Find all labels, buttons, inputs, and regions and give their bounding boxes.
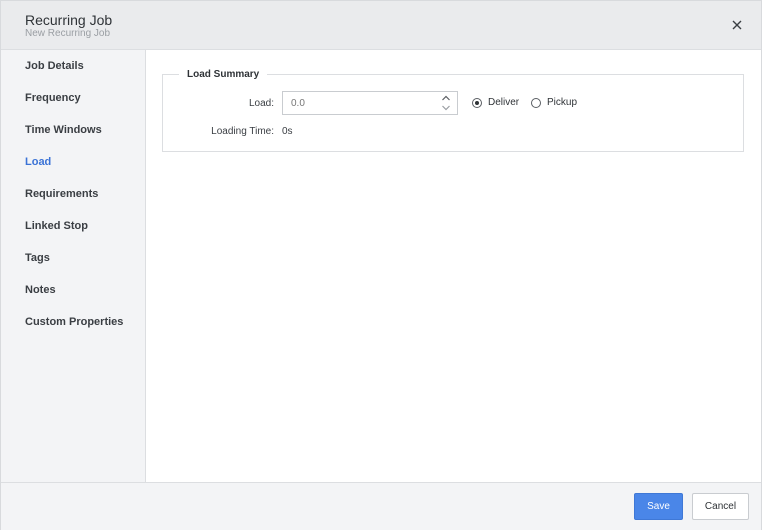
sidebar-item-tags[interactable]: Tags <box>25 252 50 264</box>
spinner-icon[interactable] <box>441 94 451 112</box>
recurring-job-dialog: Recurring Job New Recurring Job Job Deta… <box>0 0 762 530</box>
dialog-footer: Save Cancel <box>1 482 761 530</box>
dialog-subtitle: New Recurring Job <box>25 28 111 39</box>
load-label: Load: <box>248 98 274 109</box>
load-summary-legend: Load Summary <box>179 69 268 80</box>
deliver-radio-option[interactable]: Deliver <box>472 97 519 108</box>
load-input-value: 0.0 <box>291 98 305 109</box>
sidebar-item-load[interactable]: Load <box>25 156 51 168</box>
dialog-header: Recurring Job New Recurring Job <box>1 1 761 50</box>
close-icon <box>732 20 742 30</box>
close-button[interactable] <box>727 15 747 35</box>
sidebar-item-time-windows[interactable]: Time Windows <box>25 124 102 136</box>
deliver-radio[interactable] <box>472 97 482 108</box>
load-input[interactable]: 0.0 <box>282 91 458 115</box>
sidebar-item-custom-properties[interactable]: Custom Properties <box>25 316 123 328</box>
sidebar-item-requirements[interactable]: Requirements <box>25 188 98 200</box>
dialog-title: Recurring Job <box>25 12 113 28</box>
pickup-label: Pickup <box>547 97 578 108</box>
pickup-radio[interactable] <box>531 97 541 108</box>
deliver-label: Deliver <box>488 97 520 108</box>
sidebar-item-notes[interactable]: Notes <box>25 284 56 296</box>
sidebar-item-linked-stop[interactable]: Linked Stop <box>25 220 88 232</box>
sidebar-item-job-details[interactable]: Job Details <box>25 60 84 72</box>
save-button[interactable]: Save <box>634 493 683 520</box>
load-summary-fieldset: Load Summary Load: 0.0 Deliver Pickup Lo… <box>162 69 744 152</box>
loading-time-value: 0s <box>282 126 293 137</box>
sidebar: Job Details Frequency Time Windows Load … <box>1 50 146 482</box>
pickup-radio-option[interactable]: Pickup <box>531 97 577 108</box>
sidebar-item-frequency[interactable]: Frequency <box>25 92 81 104</box>
cancel-button[interactable]: Cancel <box>692 493 749 520</box>
loading-time-label: Loading Time: <box>211 126 274 137</box>
main-panel: Load Summary Load: 0.0 Deliver Pickup Lo… <box>146 50 761 482</box>
